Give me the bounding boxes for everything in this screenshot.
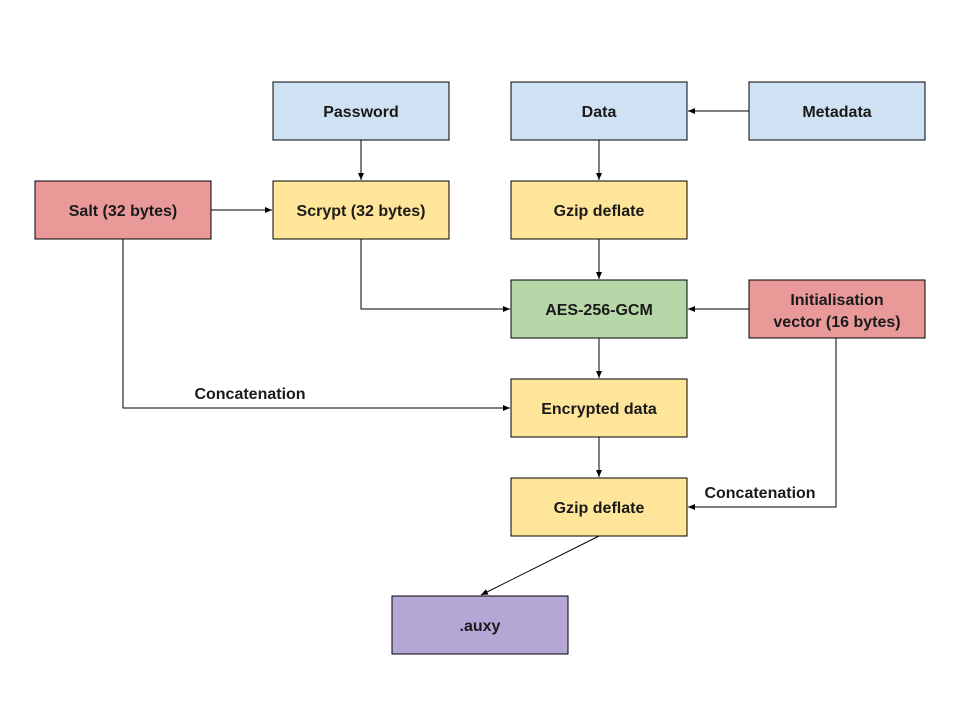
node-auxy: .auxy <box>391 595 569 655</box>
node-salt: Salt (32 bytes) <box>34 180 212 240</box>
arrow-iv-to-gzip <box>688 338 837 510</box>
node-label: Gzip deflate <box>554 500 645 517</box>
node-iv: Initialisation vector (16 bytes) <box>748 279 926 339</box>
node-password: Password <box>272 81 450 141</box>
arrow-gzip-to-auxy <box>480 535 600 596</box>
node-label: Metadata <box>802 104 871 121</box>
edge-label-concatenation: Concatenation <box>194 386 305 403</box>
node-aes: AES-256-GCM <box>510 279 688 339</box>
node-data: Data <box>510 81 688 141</box>
node-label: Salt (32 bytes) <box>69 203 177 220</box>
node-scrypt: Scrypt (32 bytes) <box>272 180 450 240</box>
node-label: Gzip deflate <box>554 203 645 220</box>
node-gzip2: Gzip deflate <box>510 477 688 537</box>
node-metadata: Metadata <box>748 81 926 141</box>
node-label: Initialisation <box>790 292 883 309</box>
node-label: Scrypt (32 bytes) <box>297 203 426 220</box>
arrow-scrypt-to-aes <box>360 239 510 312</box>
node-label: .auxy <box>460 618 501 635</box>
node-label: AES-256-GCM <box>545 302 653 319</box>
flowchart: Concatenation Concatenation Password Data… <box>34 81 926 655</box>
arrow-salt-to-encrypted <box>122 239 510 411</box>
node-label: Encrypted data <box>541 401 657 418</box>
node-label: Data <box>582 104 617 121</box>
node-gzip1: Gzip deflate <box>510 180 688 240</box>
node-label: vector (16 bytes) <box>773 314 900 331</box>
node-label: Password <box>323 104 399 121</box>
edge-label-concatenation: Concatenation <box>704 485 815 502</box>
node-encrypted: Encrypted data <box>510 378 688 438</box>
